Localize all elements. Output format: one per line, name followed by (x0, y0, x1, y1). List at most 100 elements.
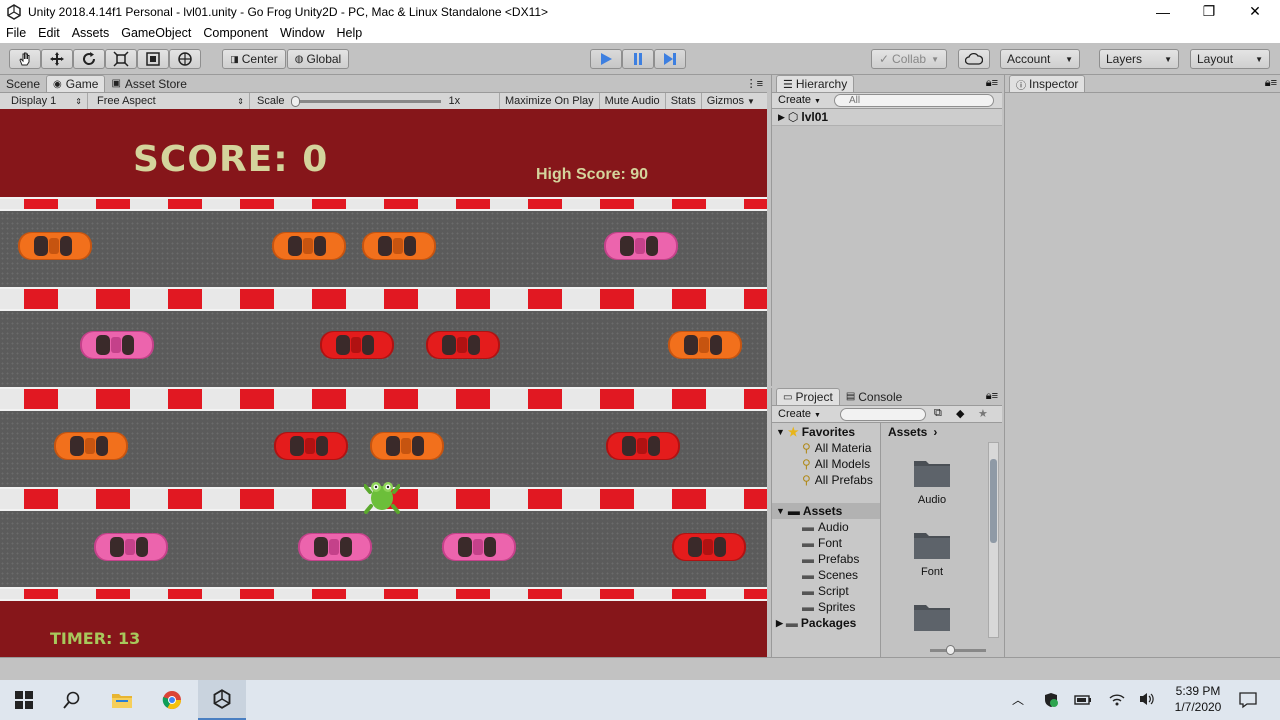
mute-audio-toggle[interactable]: Mute Audio (600, 92, 666, 110)
close-button[interactable]: ✕ (1232, 0, 1278, 23)
filter-type-icon[interactable]: ⧉ (934, 407, 942, 420)
pivot-global-button[interactable]: ◍ Global (287, 49, 349, 69)
shield-icon[interactable] (1043, 692, 1059, 708)
lock-menu-icon[interactable]: 🔒︎≡ (1265, 77, 1277, 90)
packages-node[interactable]: ▶ ▬ Packages (776, 616, 856, 630)
tab-inspector[interactable]: ⓘ Inspector (1009, 75, 1086, 92)
display-dropdown[interactable]: Display 1 ⇕ (0, 92, 88, 110)
favorite-item[interactable]: ⚲ All Models (802, 457, 870, 471)
tab-hierarchy[interactable]: ☰ Hierarchy (776, 75, 855, 92)
menu-edit[interactable]: Edit (32, 26, 66, 40)
battery-icon[interactable] (1074, 693, 1092, 707)
assets-node[interactable]: ▼ ▬ Assets (772, 503, 880, 519)
scale-tool-button[interactable] (105, 49, 137, 69)
minimize-button[interactable]: — (1140, 0, 1186, 23)
search-icon: ⚲ (802, 473, 811, 487)
tab-project[interactable]: ▭ Project (776, 388, 840, 405)
step-button[interactable] (654, 49, 686, 69)
asset-folder-item[interactable]: ▬ Scenes (802, 568, 858, 582)
folder-icon: ▬ (787, 504, 800, 518)
cloud-button[interactable] (958, 49, 990, 69)
move-tool-button[interactable] (41, 49, 73, 69)
tab-console[interactable]: ▤ Console (840, 388, 908, 405)
vertical-scrollbar[interactable] (988, 442, 999, 638)
rect-tool-button[interactable] (137, 49, 169, 69)
filter-label-icon[interactable]: ◆ (956, 407, 964, 420)
menu-assets[interactable]: Assets (66, 26, 116, 40)
tab-game[interactable]: ◉ Game (46, 75, 106, 92)
chevron-up-icon[interactable]: ︿ (1012, 691, 1024, 708)
menu-gameobject[interactable]: GameObject (115, 26, 197, 40)
asset-folder-item[interactable]: ▬ Script (802, 584, 849, 598)
stepper-icon: ⇕ (75, 96, 82, 106)
slider-thumb[interactable] (946, 645, 955, 655)
unity-taskbar-button[interactable] (198, 680, 246, 720)
start-button[interactable] (0, 680, 48, 720)
stats-toggle[interactable]: Stats (666, 92, 702, 110)
asset-folder-tile[interactable] (912, 599, 952, 633)
scale-slider[interactable] (290, 95, 441, 107)
scrollbar-thumb[interactable] (990, 459, 997, 543)
asset-folder-tile[interactable] (912, 527, 952, 561)
dropdown-arrow-icon: ▼ (814, 412, 821, 419)
menu-help[interactable]: Help (330, 26, 368, 40)
gizmos-dropdown[interactable]: Gizmos ▼ (702, 93, 760, 110)
mute-label: Mute Audio (604, 95, 660, 107)
project-search-input[interactable] (840, 408, 926, 421)
file-explorer-button[interactable] (98, 680, 146, 720)
maximize-on-play-toggle[interactable]: Maximize On Play (500, 92, 600, 110)
asset-folder-tile[interactable] (912, 455, 952, 489)
notification-icon[interactable] (1239, 691, 1257, 709)
favorite-star-icon[interactable]: ★ (978, 407, 988, 420)
favorites-node[interactable]: ▼ ★ Favorites (776, 425, 855, 439)
rotate-tool-button[interactable] (73, 49, 105, 69)
account-dropdown[interactable]: Account ▼ (1000, 49, 1080, 69)
layout-dropdown[interactable]: Layout ▼ (1190, 49, 1270, 69)
lock-menu-icon[interactable]: 🔒︎≡ (986, 77, 998, 90)
panel-menu-icon[interactable]: ⋮≡ (746, 77, 763, 90)
wifi-icon[interactable] (1108, 691, 1126, 707)
layers-label: Layers (1106, 52, 1143, 66)
expand-arrow-icon[interactable]: ▼ (776, 427, 785, 437)
pivot-center-button[interactable]: ◨ Center (222, 49, 286, 69)
scene-root-row[interactable]: ▶ ⬡ lvl01 (772, 109, 1002, 126)
system-clock[interactable]: 5:39 PM 1/7/2020 (1166, 683, 1230, 715)
expand-arrow-icon[interactable]: ▶ (778, 112, 785, 123)
layers-dropdown[interactable]: Layers ▼ (1099, 49, 1179, 69)
aspect-dropdown[interactable]: Free Aspect ⇕ (88, 92, 250, 110)
play-button[interactable] (590, 49, 622, 69)
game-viewport[interactable]: SCORE: 0 High Score: 90 TIMER: 13 (0, 109, 767, 657)
tab-scene[interactable]: Scene (0, 75, 46, 92)
transform-tool-button[interactable] (169, 49, 201, 69)
chrome-button[interactable] (148, 680, 196, 720)
pause-button[interactable] (622, 49, 654, 69)
collab-dropdown[interactable]: ✓ Collab ▼ (871, 49, 947, 69)
favorite-item[interactable]: ⚲ All Prefabs (802, 473, 873, 487)
expand-arrow-icon[interactable]: ▼ (776, 506, 785, 516)
menu-component[interactable]: Component (197, 26, 274, 40)
hierarchy-create-dropdown[interactable]: Create ▼ (778, 94, 821, 106)
favorite-item[interactable]: ⚲ All Materia (802, 441, 871, 455)
icon-size-slider[interactable] (930, 645, 986, 655)
pivot-label: Center (241, 52, 278, 66)
lane-divider (0, 287, 767, 311)
asset-folder-item[interactable]: ▬ Audio (802, 520, 849, 534)
lock-menu-icon[interactable]: 🔒︎≡ (986, 390, 998, 403)
menu-file[interactable]: File (0, 26, 32, 40)
tab-asset-store[interactable]: ▣ Asset Store (105, 75, 192, 92)
volume-icon[interactable] (1138, 691, 1156, 707)
hand-tool-button[interactable] (9, 49, 41, 69)
window-title: Unity 2018.4.14f1 Personal - lvl01.unity… (28, 4, 549, 19)
hierarchy-search-input[interactable] (834, 94, 994, 107)
asset-folder-item[interactable]: ▬ Prefabs (802, 552, 859, 566)
search-button[interactable] (48, 680, 96, 720)
asset-folder-item[interactable]: ▬ Font (802, 536, 842, 550)
breadcrumb[interactable]: Assets › (888, 425, 937, 439)
menu-window[interactable]: Window (274, 26, 330, 40)
project-create-dropdown[interactable]: Create ▼ (778, 408, 821, 420)
expand-arrow-icon[interactable]: ▶ (776, 618, 783, 629)
scale-slider-thumb[interactable] (290, 95, 300, 107)
maximize-button[interactable]: ❐ (1186, 0, 1232, 23)
asset-folder-item[interactable]: ▬ Sprites (802, 600, 855, 614)
store-icon: ▣ (111, 78, 121, 89)
